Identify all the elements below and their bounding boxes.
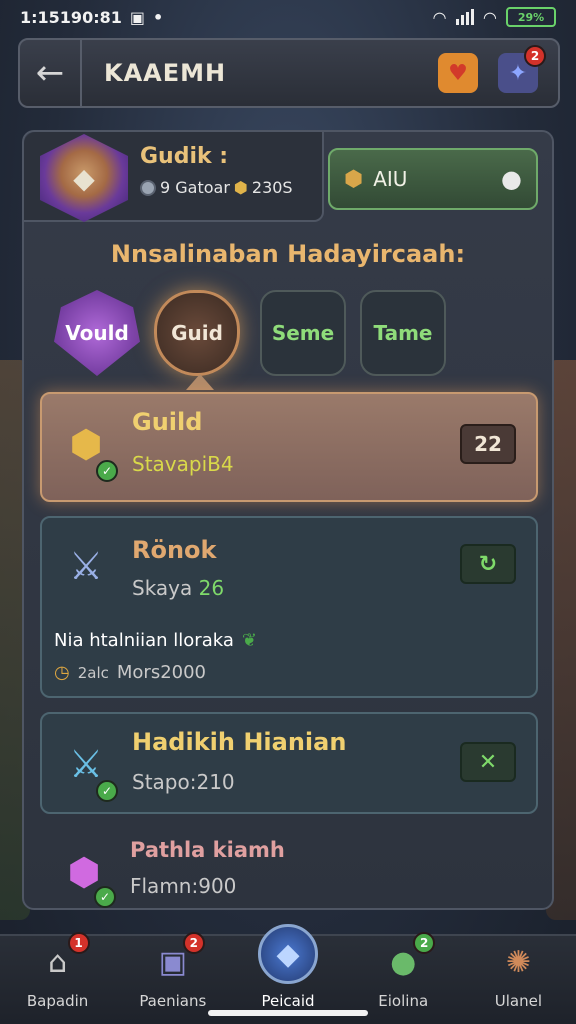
refresh-button[interactable]: ↻ [460, 544, 516, 584]
item-subtitle: StavapiB4 [132, 452, 234, 476]
item-subtitle: Skaya 26 [132, 576, 224, 600]
home-indicator[interactable] [208, 1010, 368, 1016]
meta-prefix: 2alc [77, 663, 109, 682]
list-item-pathla[interactable]: ⬢ ✓ Pathla kiamh Flamn:900 [40, 828, 538, 918]
item-title: Guild [132, 408, 203, 436]
close-button[interactable]: ✕ [460, 742, 516, 782]
avatar[interactable]: ◆ [40, 134, 128, 222]
nav-label: Eiolina [378, 992, 429, 1010]
battery-label: 29% [517, 10, 545, 24]
check-icon: ✓ [96, 460, 118, 482]
arrow-left-icon: ← [35, 53, 65, 93]
wifi-icon: ◠ [433, 7, 446, 27]
item-subtitle: Flamn:900 [130, 874, 237, 898]
battery-icon: 29% [506, 7, 556, 27]
bottom-navigation: ⌂ 1 Bapadin ▣ 2 Paenians ◆ Peicaid ● 2 Eiol… [0, 924, 576, 1024]
clock-icon: ◷ [54, 662, 70, 683]
category-tabs: Vould Guid Seme Tame [54, 290, 534, 390]
guild-panel: ◆ Gudik : 9 Gatoar ⬢ 230S ⬢ AIU ● Nnsali… [22, 130, 554, 910]
item-title: Pathla kiamh [130, 838, 285, 862]
tab-label: Vould [65, 321, 129, 345]
nav-label: Peicaid [261, 992, 315, 1010]
gold-count: 230S [251, 178, 293, 197]
nav-badge: 2 [413, 932, 436, 954]
nav-item-bapadin[interactable]: ⌂ 1 Bapadin [0, 932, 115, 1024]
helmet-icon: ◆ [73, 161, 95, 195]
player-currency: 9 Gatoar ⬢ 230S [140, 178, 293, 197]
tab-label: Tame [373, 321, 433, 345]
tab-pointer [186, 374, 214, 390]
bag-icon: ⬢ [344, 166, 364, 192]
page-title: KAAEMH [104, 59, 227, 87]
image-icon: ▣ [129, 7, 145, 27]
nav-item-ulanel[interactable]: ✺ Ulanel [461, 936, 576, 1024]
value-badge: 22 [460, 424, 516, 464]
subtitle-text: Stavapi [132, 452, 208, 476]
tab-label: Guid [171, 321, 223, 345]
tab-label: Seme [271, 321, 335, 345]
status-bar: 1:15190:81 ▣ • ◠ ◠ 29% [0, 0, 576, 34]
heart-icon: ♥ [448, 60, 468, 86]
list-item-hadik[interactable]: ⚔ ✓ Hadikih Hianian Stapo:210 ✕ [40, 712, 538, 814]
crystal-icon: ◆ [258, 924, 318, 984]
crossed-swords-icon: ⚔ [68, 544, 104, 588]
add-button[interactable]: ⬢ AIU ● [328, 148, 538, 210]
item-meta: ◷ 2alc Mors2000 [54, 662, 206, 683]
refresh-icon: ↻ [478, 551, 498, 577]
coin-count: 9 Gatoar [160, 178, 230, 197]
nav-badge: 1 [67, 932, 90, 954]
subtitle-value: B4 [207, 452, 234, 476]
status-time: 1:15190:81 [20, 7, 122, 27]
nav-label: Paenians [139, 992, 207, 1010]
tab-guild[interactable]: Guid [154, 290, 240, 376]
back-button[interactable]: ← [20, 40, 82, 106]
check-icon: ✓ [94, 886, 116, 908]
tab-seme[interactable]: Seme [260, 290, 346, 376]
settings-icon: ✺ [505, 944, 531, 980]
chat-bubble-icon: ● 2 [379, 932, 436, 984]
item-description: Nia htalniian lloraka ❦ [54, 630, 257, 651]
add-label: AIU [373, 167, 408, 191]
nav-label: Bapadin [26, 992, 89, 1010]
nav-badge: 2 [182, 932, 205, 954]
close-icon: ✕ [478, 749, 498, 775]
leaf-icon: ❦ [241, 630, 257, 651]
top-header: ← KAAEMH ♥ ✦ 2 [18, 38, 560, 108]
item-title: Rönok [132, 536, 217, 564]
player-profile: ◆ Gudik : 9 Gatoar ⬢ 230S [24, 132, 324, 222]
favorite-button[interactable]: ♥ [438, 53, 478, 93]
wifi-icon-2: ◠ [483, 7, 496, 27]
chat-icon: ● [501, 165, 522, 193]
description-text: Nia htalniian lloraka [54, 630, 234, 651]
list-item-guild[interactable]: ⬢ ✓ Guild StavapiB4 22 [40, 392, 538, 502]
tab-tame[interactable]: Tame [360, 290, 446, 376]
dot-icon: • [152, 7, 164, 27]
item-subtitle: Stapo:210 [132, 770, 235, 794]
puzzle-icon: ✦ [508, 60, 528, 86]
home-icon: ⌂ 1 [34, 932, 90, 984]
subtitle-value: 26 [198, 576, 225, 600]
signal-icon [455, 9, 474, 25]
meta-value: Mors2000 [116, 662, 207, 683]
nav-label: Ulanel [494, 992, 543, 1010]
cards-icon: ▣ 2 [149, 932, 205, 984]
coin-icon [140, 179, 156, 196]
section-title: Nnsalinaban Hadayircaah: [110, 240, 466, 268]
tab-vould[interactable]: Vould [54, 290, 140, 376]
item-title: Hadikih Hianian [132, 728, 347, 756]
puzzle-button[interactable]: ✦ 2 [498, 45, 546, 93]
subtitle-text: Skaya [132, 576, 193, 600]
player-name: Gudik : [140, 144, 229, 169]
check-icon: ✓ [96, 780, 118, 802]
notification-badge: 2 [524, 45, 546, 67]
gold-icon: ⬢ [233, 178, 248, 197]
list-item-ronok[interactable]: ⚔ Rönok Skaya 26 ↻ Nia htalniian lloraka… [40, 516, 538, 698]
